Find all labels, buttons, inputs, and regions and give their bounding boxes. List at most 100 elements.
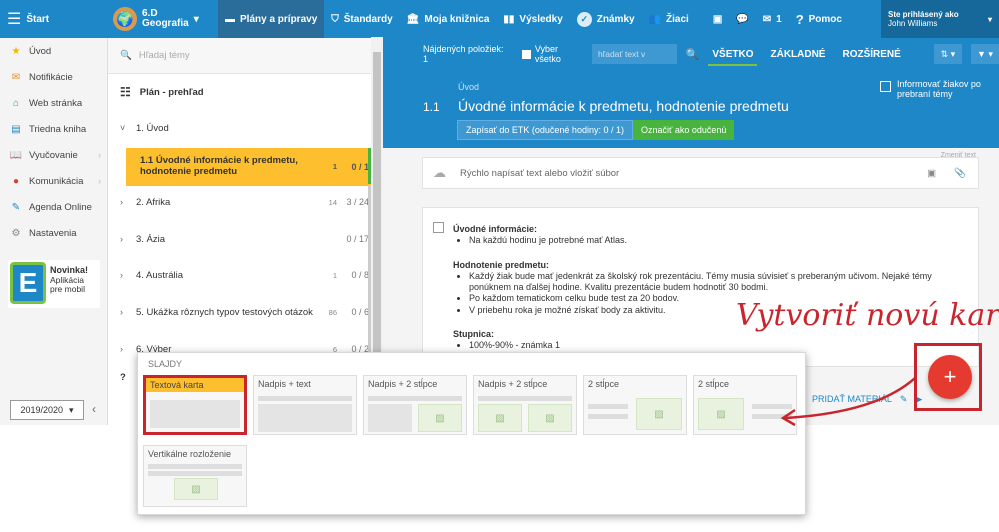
- mobile-app-promo[interactable]: E Novinka! Aplikácia pre mobil: [8, 260, 100, 308]
- mail-icon: ✉: [762, 13, 772, 25]
- topic-search-placeholder: Hľadaj témy: [138, 50, 190, 61]
- layout-card-title-2cols-alt[interactable]: Nadpis + 2 stĺpce ▨ ▨: [473, 375, 577, 435]
- image-icon: ▨: [418, 404, 462, 432]
- tab-extended[interactable]: ROZŠÍRENÉ: [838, 49, 904, 60]
- add-card-button[interactable]: +: [928, 355, 972, 399]
- sidebar-item-label: Triedna kniha: [29, 123, 87, 135]
- layout-card-text[interactable]: Textová karta: [143, 375, 247, 435]
- topic-label: 5. Ukážka rôznych typov testových otázok: [136, 306, 313, 318]
- quick-upload-text: Rýchlo napísať text alebo vložiť súbor: [460, 167, 620, 179]
- topic-scrollbar-thumb[interactable]: [373, 52, 381, 352]
- plan-overview-header[interactable]: ☷ Plán - prehľad: [108, 76, 373, 108]
- sidebar-item-komunikacia[interactable]: ● Komunikácia ›: [0, 168, 107, 194]
- image-icon: ▨: [636, 398, 682, 430]
- content-heading: Hodnotenie predmetu:: [453, 259, 549, 270]
- nav-library[interactable]: 🏛 Moja knižnica: [400, 0, 497, 38]
- nav-standards[interactable]: ⛉ Štandardy: [324, 0, 399, 38]
- topic-row[interactable]: › 3. Ázia 0 / 17: [108, 222, 373, 256]
- text-search-input[interactable]: hľadať text v: [592, 44, 677, 64]
- topic-row[interactable]: › 4. Austrália 1 0 / 8: [108, 258, 373, 292]
- mark-taught-button[interactable]: Označiť ako odučenú: [633, 120, 735, 140]
- help-label: Pomoc: [808, 13, 842, 25]
- topic-label: 3. Ázia: [136, 233, 166, 245]
- star-icon: ★: [11, 45, 21, 57]
- tab-all[interactable]: VŠETKO: [708, 49, 758, 66]
- topic-count: 1: [332, 270, 337, 280]
- nav-students-label: Žiaci: [666, 13, 689, 25]
- collapse-sidebar-icon[interactable]: ‹: [92, 402, 96, 416]
- house-icon: ⌂: [12, 97, 20, 109]
- layout-card-title-2cols[interactable]: Nadpis + 2 stĺpce ▨: [363, 375, 467, 435]
- sidebar-item-vyucovanie[interactable]: 📖 Vyučovanie ›: [0, 142, 107, 168]
- checkbox-icon: [880, 81, 891, 92]
- topic-search[interactable]: 🔍 Hľadaj témy: [108, 38, 382, 74]
- sidebar-item-nastavenia[interactable]: ⚙ Nastavenia: [0, 220, 107, 246]
- filter-button[interactable]: ▼ ▾: [970, 44, 999, 64]
- layout-card-title-text[interactable]: Nadpis + text: [253, 375, 357, 435]
- home-label: Štart: [26, 13, 50, 25]
- topic-row[interactable]: ˅ 1. Úvod: [108, 111, 373, 145]
- material-card[interactable]: Úvodné informácie: Na každú hodinu je po…: [422, 207, 979, 367]
- search-icon: 🔍: [120, 50, 132, 61]
- inform-students-toggle[interactable]: Informovať žiakov po prebraní témy: [880, 79, 997, 100]
- etk-button[interactable]: Zapísať do ETK (odučené hodiny: 0 / 1): [457, 120, 633, 140]
- subject-label: Geografia: [142, 18, 189, 29]
- search-icon[interactable]: 🔍: [686, 48, 700, 61]
- layout-card-label: Nadpis + 2 stĺpce: [478, 379, 548, 389]
- sidebar-item-uvod[interactable]: ★ Úvod: [0, 38, 107, 64]
- promo-title: Novinka!: [50, 265, 89, 275]
- sidebar-item-notifikacie[interactable]: ✉ Notifikácie: [0, 64, 107, 90]
- sidebar-item-web[interactable]: ⌂ Web stránka: [0, 90, 107, 116]
- found-count: Nájdených položiek: 1: [423, 44, 504, 64]
- help-button[interactable]: ? Pomoc: [789, 0, 849, 38]
- plans-icon: ▬: [225, 13, 235, 25]
- slide-layout-picker: SLAJDY Textová karta Nadpis + text Nadpi…: [137, 352, 806, 515]
- caret-down-icon: ▾: [193, 13, 199, 25]
- layout-card-label: Vertikálne rozloženie: [148, 449, 232, 459]
- paperclip-icon[interactable]: 📎: [954, 168, 966, 179]
- school-year-select[interactable]: 2019/2020 ▾: [10, 400, 84, 420]
- select-all-toggle[interactable]: Vyber všetko: [522, 44, 583, 64]
- chevron-right-icon: ›: [120, 197, 123, 207]
- nav-library-label: Moja knižnica: [424, 13, 490, 25]
- topic-row[interactable]: › 5. Ukážka rôznych typov testových otáz…: [108, 295, 373, 329]
- topic-label: 1. Úvod: [136, 122, 169, 134]
- home-link[interactable]: ☰ Štart: [0, 0, 106, 38]
- quick-upload-bar[interactable]: ☁ Rýchlo napísať text alebo vložiť súbor…: [422, 152, 979, 189]
- chevron-right-icon: ›: [120, 234, 123, 244]
- sidebar-item-agenda[interactable]: ✎ Agenda Online: [0, 194, 107, 220]
- chat-button[interactable]: 💬: [729, 0, 755, 38]
- nav-results[interactable]: ▮▮ Výsledky: [496, 0, 569, 38]
- messages-button[interactable]: ✉ 1: [756, 0, 789, 38]
- sidebar-item-triedna-kniha[interactable]: ▤ Triedna kniha: [0, 116, 107, 142]
- topic-row-active[interactable]: 1.1 Úvodné informácie k predmetu, hodnot…: [126, 148, 373, 186]
- nav-grades[interactable]: ✓ Známky: [570, 0, 642, 38]
- nav-plans[interactable]: ▬ Plány a prípravy: [218, 0, 325, 38]
- topic-label: 4. Austrália: [136, 269, 183, 281]
- user-menu[interactable]: Ste prihlásený ako John Williams ▾: [881, 0, 999, 38]
- grades-icon: ✓: [576, 11, 592, 27]
- class-subject-selector[interactable]: 🌍 6.D Geografia ▾: [106, 0, 218, 38]
- sort-button[interactable]: ⇅ ▾: [933, 44, 962, 64]
- screen-share-button[interactable]: ▣: [706, 0, 729, 38]
- layout-card-label: Nadpis + text: [258, 379, 311, 389]
- nav-plans-label: Plány a prípravy: [240, 13, 318, 25]
- shield-icon: ⛉: [331, 13, 339, 25]
- layout-card-label: 2 stĺpce: [698, 379, 730, 389]
- layout-card-2cols[interactable]: 2 stĺpce ▨: [583, 375, 687, 435]
- topic-count: 86: [328, 307, 337, 317]
- menu-icon[interactable]: ☰: [7, 9, 21, 29]
- tab-basic[interactable]: ZÁKLADNÉ: [766, 49, 829, 60]
- image-icon[interactable]: ▣: [927, 168, 936, 179]
- people-icon: ●: [12, 175, 20, 187]
- topic-row[interactable]: › 2. Afrika 14 3 / 24: [108, 185, 373, 219]
- content-bullet: Každý žiak bude mať jedenkrát za školský…: [469, 271, 968, 294]
- callout-annotation: Vytvoriť novú kartu: [736, 298, 999, 333]
- inform-label: Informovať žiakov po prebraní témy: [897, 79, 981, 99]
- chevron-right-icon: ›: [98, 176, 101, 186]
- checkbox-icon[interactable]: [433, 222, 444, 233]
- topic-count: 1: [332, 161, 337, 171]
- nav-students[interactable]: 👥 Žiaci: [642, 0, 696, 38]
- chevron-right-icon: ›: [120, 270, 123, 280]
- layout-card-vertical[interactable]: Vertikálne rozloženie ▨: [143, 445, 247, 507]
